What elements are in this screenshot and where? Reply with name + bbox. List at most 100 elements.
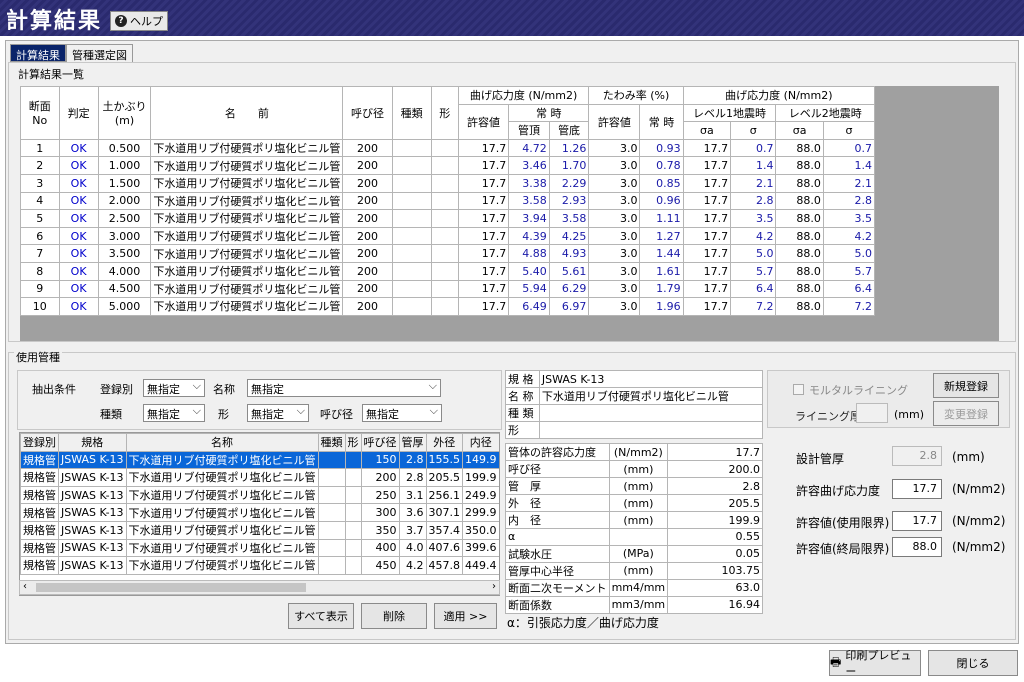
results-cell: 200 bbox=[342, 138, 393, 158]
results-cell bbox=[430, 226, 459, 246]
pipes-header-cell[interactable]: 管厚 bbox=[398, 433, 427, 452]
results-cell: 17.7 bbox=[682, 209, 732, 228]
filter-reg-select[interactable]: 無指定 bbox=[143, 379, 205, 397]
apply-button[interactable]: 適用 >> bbox=[434, 603, 497, 629]
spec-prop-row: 管厚中心半径 (mm) 103.75 bbox=[505, 561, 763, 580]
results-row[interactable]: 3 OK 1.500 下水道用リブ付硬質ポリ塩化ビニル管 200 17.7 3.38 2.29… bbox=[20, 173, 876, 193]
pipes-cell: 307.1 bbox=[425, 503, 464, 522]
scroll-thumb[interactable] bbox=[36, 583, 306, 592]
bend-stress-input[interactable]: 17.7 bbox=[892, 479, 942, 499]
results-cell: 5.0 bbox=[730, 244, 777, 263]
mortar-checkbox[interactable] bbox=[793, 384, 804, 395]
spec-props-table: 管体の許容応力度 (N/mm2) 17.7 呼び径 (mm) 200.0 管 厚 (mm) 2.… bbox=[505, 443, 763, 614]
tab-results[interactable]: 計算結果 bbox=[10, 44, 66, 62]
results-row[interactable]: 1 OK 0.500 下水道用リブ付硬質ポリ塩化ビニル管 200 17.7 4.72 1.26… bbox=[20, 138, 876, 158]
results-cell: 88.0 bbox=[775, 209, 824, 228]
header-cover-text: 土かぶり (m) bbox=[102, 100, 147, 128]
pipes-row[interactable]: 規格管 JSWAS K-13 下水道用リブ付硬質ポリ塩化ビニル管 200 2.8 205.… bbox=[20, 468, 499, 487]
pipes-hscrollbar[interactable]: ‹ › bbox=[19, 580, 500, 595]
filter-name-select[interactable]: 無指定 bbox=[247, 379, 441, 397]
results-cell: 17.7 bbox=[457, 191, 510, 211]
filter-shape-select[interactable]: 無指定 bbox=[247, 404, 309, 422]
pipes-row[interactable]: 規格管 JSWAS K-13 下水道用リブ付硬質ポリ塩化ビニル管 400 4.0 407.… bbox=[20, 538, 499, 558]
pipes-cell: 下水道用リブ付硬質ポリ塩化ビニル管 bbox=[125, 538, 319, 558]
spec-prop-cell: 外 径 bbox=[505, 494, 610, 512]
results-cell bbox=[391, 156, 432, 175]
print-preview-button[interactable]: 🖶 印刷プレビュー bbox=[829, 649, 921, 678]
results-cell bbox=[430, 209, 459, 228]
show-all-button[interactable]: すべて表示 bbox=[288, 603, 354, 629]
pipes-header-cell[interactable]: 呼び径 bbox=[360, 433, 400, 452]
results-cell: 3.0 bbox=[588, 244, 641, 263]
pipes-header-cell[interactable]: 規格 bbox=[58, 433, 127, 452]
results-cell: 5.61 bbox=[548, 261, 590, 281]
results-row[interactable]: 8 OK 4.000 下水道用リブ付硬質ポリ塩化ビニル管 200 17.7 5.40 5.61… bbox=[20, 261, 876, 281]
pipes-cell: JSWAS K-13 bbox=[58, 485, 127, 505]
ultimate-limit-unit: (N/mm2) bbox=[952, 540, 1006, 554]
spec-prop-cell: 0.05 bbox=[667, 544, 763, 563]
pipes-header-cell[interactable]: 形 bbox=[344, 433, 362, 452]
results-cell: OK bbox=[58, 209, 99, 228]
results-cell bbox=[391, 261, 432, 281]
results-cell: 6.4 bbox=[822, 279, 876, 299]
pipes-row[interactable]: 規格管 JSWAS K-13 下水道用リブ付硬質ポリ塩化ビニル管 300 3.6 307.… bbox=[20, 503, 499, 522]
header-sa2: σa bbox=[775, 121, 824, 140]
pipes-cell bbox=[317, 468, 346, 487]
ultimate-limit-input[interactable]: 88.0 bbox=[892, 537, 942, 557]
results-cell bbox=[391, 226, 432, 246]
design-thickness-unit: (mm) bbox=[952, 450, 985, 464]
pipes-cell: JSWAS K-13 bbox=[58, 520, 127, 540]
results-row[interactable]: 5 OK 2.500 下水道用リブ付硬質ポリ塩化ビニル管 200 17.7 3.94 3.58… bbox=[20, 209, 876, 228]
pipes-row[interactable]: 規格管 JSWAS K-13 下水道用リブ付硬質ポリ塩化ビニル管 350 3.7 357.… bbox=[20, 520, 499, 540]
results-cell: 下水道用リブ付硬質ポリ塩化ビニル管 bbox=[150, 226, 344, 246]
pipes-header-cell[interactable]: 名称 bbox=[125, 433, 319, 452]
close-button[interactable]: 閉じる bbox=[928, 650, 1018, 676]
results-cell: 17.7 bbox=[457, 244, 510, 263]
spec-info-cell bbox=[538, 404, 764, 422]
lining-thickness-input[interactable] bbox=[856, 403, 888, 423]
results-cell: 3.0 bbox=[588, 297, 641, 316]
spec-info-row: 名 称下水道用リブ付硬質ポリ塩化ビニル管 bbox=[505, 387, 764, 405]
spec-prop-cell: 103.75 bbox=[667, 561, 763, 580]
new-register-button[interactable]: 新規登録 bbox=[933, 373, 999, 398]
results-cell: 88.0 bbox=[775, 244, 824, 263]
results-row[interactable]: 10 OK 5.000 下水道用リブ付硬質ポリ塩化ビニル管 200 17.7 6.49 6.9… bbox=[20, 297, 876, 316]
pipes-header-cell[interactable]: 登録別 bbox=[20, 433, 59, 452]
pipes-cell: 0.5 bbox=[498, 538, 499, 558]
delete-button[interactable]: 削除 bbox=[361, 603, 427, 629]
results-row[interactable]: 2 OK 1.000 下水道用リブ付硬質ポリ塩化ビニル管 200 17.7 3.46 1.70… bbox=[20, 156, 876, 175]
spec-info-row: 種 類 bbox=[505, 404, 764, 422]
pipes-cell: 3.6 bbox=[398, 503, 427, 522]
results-row[interactable]: 9 OK 4.500 下水道用リブ付硬質ポリ塩化ビニル管 200 17.7 5.94 6.29… bbox=[20, 279, 876, 299]
pipes-header-cell[interactable]: 外径 bbox=[425, 433, 464, 452]
pipes-row[interactable]: 規格管 JSWAS K-13 下水道用リブ付硬質ポリ塩化ビニル管 250 3.1 256.… bbox=[20, 485, 499, 505]
pipes-cell bbox=[344, 556, 362, 575]
pipes-header-cell[interactable]: α bbox=[498, 433, 499, 452]
results-row[interactable]: 4 OK 2.000 下水道用リブ付硬質ポリ塩化ビニル管 200 17.7 3.58 2.93… bbox=[20, 191, 876, 211]
pipes-header-cell[interactable]: 内径 bbox=[462, 433, 499, 452]
design-thickness-input[interactable]: 2.8 bbox=[892, 446, 942, 466]
tab-selection-chart[interactable]: 管種選定図 bbox=[66, 44, 133, 62]
filter-kind-select[interactable]: 無指定 bbox=[143, 404, 205, 422]
results-cell: 1.11 bbox=[639, 209, 684, 228]
results-cell bbox=[391, 279, 432, 299]
results-cell: 17.7 bbox=[682, 244, 732, 263]
use-limit-input[interactable]: 17.7 bbox=[892, 511, 942, 531]
results-cell: 2.29 bbox=[548, 173, 590, 193]
filter-dia-select[interactable]: 無指定 bbox=[362, 404, 442, 422]
results-cell: 4.2 bbox=[730, 226, 777, 246]
pipes-cell: 399.6 bbox=[462, 538, 499, 558]
help-button[interactable]: ? ヘルプ bbox=[110, 11, 168, 31]
pipes-header-row: 登録別規格名称種類形呼び径管厚外径内径α bbox=[20, 433, 499, 452]
results-row[interactable]: 7 OK 3.500 下水道用リブ付硬質ポリ塩化ビニル管 200 17.7 4.88 4.93… bbox=[20, 244, 876, 263]
scroll-right-icon[interactable]: › bbox=[492, 581, 496, 592]
results-row[interactable]: 6 OK 3.000 下水道用リブ付硬質ポリ塩化ビニル管 200 17.7 4.39 4.25… bbox=[20, 226, 876, 246]
scroll-left-icon[interactable]: ‹ bbox=[23, 581, 27, 592]
change-register-button[interactable]: 変更登録 bbox=[933, 401, 999, 426]
results-cell: 88.0 bbox=[775, 261, 824, 281]
results-cell bbox=[430, 279, 459, 299]
spec-prop-cell: 試験水圧 bbox=[505, 544, 610, 563]
pipes-row[interactable]: 規格管 JSWAS K-13 下水道用リブ付硬質ポリ塩化ビニル管 450 4.2 457.… bbox=[20, 556, 499, 575]
pipes-header-cell[interactable]: 種類 bbox=[317, 433, 346, 452]
pipes-row[interactable]: 規格管 JSWAS K-13 下水道用リブ付硬質ポリ塩化ビニル管 150 2.8 155.… bbox=[20, 450, 499, 470]
